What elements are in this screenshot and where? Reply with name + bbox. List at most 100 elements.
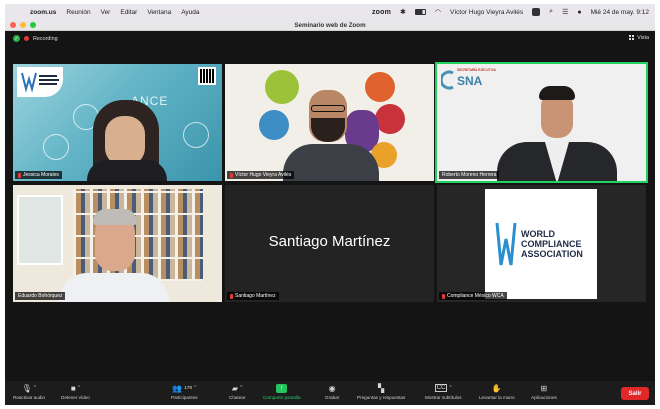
menu-item-ventana[interactable]: Ventana xyxy=(147,9,171,16)
recording-dot-icon xyxy=(24,36,29,41)
wca-logo-line: ASSOCIATION xyxy=(521,249,583,259)
background-circle-shape xyxy=(365,72,395,102)
unmute-button[interactable]: 🎙 ^ Reactivar audio xyxy=(13,383,45,401)
apps-button[interactable]: ⊞ Aplicaciones xyxy=(531,383,557,401)
qa-button[interactable]: ▚ Preguntas y respuestas xyxy=(357,383,406,401)
unmute-label: Reactivar audio xyxy=(13,395,45,400)
participant-display-name: Santiago Martínez xyxy=(268,233,391,250)
muted-microphone-icon: 🎙 xyxy=(21,383,32,393)
participant-name-label: Jessica Morales xyxy=(15,171,62,179)
participant-name: Víctor Hugo Vieyra Avilés xyxy=(235,172,292,178)
view-button[interactable]: Vista xyxy=(629,35,649,41)
recording-indicator[interactable]: ✓ Recording xyxy=(13,35,58,42)
window-title-bar: Seminario web de Zoom xyxy=(5,20,655,31)
spotlight-search-icon[interactable]: ⌕ xyxy=(549,8,553,16)
menu-item-ayuda[interactable]: Ayuda xyxy=(181,9,199,16)
leave-button[interactable]: Salir xyxy=(621,387,649,400)
qa-label: Preguntas y respuestas xyxy=(357,395,406,400)
muted-mic-icon xyxy=(18,172,21,178)
menu-user-name[interactable]: Víctor Hugo Vieyra Avilés xyxy=(450,9,523,16)
participant-body xyxy=(59,273,169,302)
raise-hand-button[interactable]: ✋ Levantar la mano xyxy=(479,383,515,401)
muted-mic-icon xyxy=(230,172,233,178)
wca-logo xyxy=(17,67,63,97)
stop-video-label: Detener vídeo xyxy=(61,395,90,400)
raise-hand-label: Levantar la mano xyxy=(479,395,515,400)
captions-label: Mostrar subtítulos xyxy=(425,395,462,400)
menu-datetime[interactable]: Mié 24 de may. 9:12 xyxy=(591,9,649,16)
sna-logo-subtitle: SECRETARÍA EJECUTIVA xyxy=(457,68,496,72)
participant-body xyxy=(87,160,167,181)
bluetooth-icon[interactable]: ✱ xyxy=(400,8,406,16)
siri-icon[interactable]: ● xyxy=(577,9,581,16)
battery-icon[interactable] xyxy=(414,9,426,15)
chevron-up-icon[interactable]: ^ xyxy=(240,385,242,391)
video-tile-roberto-moreno[interactable]: SECRETARÍA EJECUTIVA SNA Roberto Moreno … xyxy=(435,62,648,183)
menu-app-name[interactable]: zoom.us xyxy=(30,9,56,16)
stop-video-button[interactable]: ■ ^ Detener vídeo xyxy=(61,383,90,401)
background-window xyxy=(17,195,63,265)
participants-icon: 👥 xyxy=(172,383,183,393)
zoom-status-icon[interactable]: zoom xyxy=(372,9,391,16)
share-screen-icon: ↑ xyxy=(276,383,288,393)
control-center-icon[interactable]: ☰ xyxy=(562,8,568,16)
sna-logo-text: SNA xyxy=(457,74,483,88)
mac-menu-bar: zoom.us Reunión Ver Editar Ventana Ayuda… xyxy=(5,4,655,20)
muted-mic-icon xyxy=(230,293,233,299)
participant-name-label: Roberto Moreno Herrera xyxy=(439,171,500,179)
window-title: Seminario web de Zoom xyxy=(294,22,366,29)
closed-captions-icon: CC xyxy=(434,384,448,392)
participant-name: Eduardo Bohórquez xyxy=(18,293,63,299)
participant-hair xyxy=(93,209,137,225)
video-tile-compliance-mexico[interactable]: WORLD COMPLIANCE ASSOCIATION Compliance … xyxy=(437,185,646,302)
menu-item-reunion[interactable]: Reunión xyxy=(66,9,90,16)
menu-item-editar[interactable]: Editar xyxy=(120,9,137,16)
security-shield-icon[interactable]: ✓ xyxy=(13,35,20,42)
app-status-icon[interactable] xyxy=(532,8,541,16)
background-circle-shape xyxy=(375,104,405,134)
background-bookshelf xyxy=(73,189,203,281)
wca-logo-text: WORLD COMPLIANCE ASSOCIATION xyxy=(521,229,583,259)
chat-button[interactable]: ▰ ^ Chatear xyxy=(229,383,245,401)
decorative-circle-icon xyxy=(183,122,209,148)
share-screen-label: Compartir pantalla xyxy=(263,395,301,400)
chevron-up-icon[interactable]: ^ xyxy=(449,385,451,391)
participant-name: Compliance México WCA xyxy=(447,293,504,299)
participant-name: Roberto Moreno Herrera xyxy=(442,172,497,178)
chevron-up-icon[interactable]: ^ xyxy=(34,385,36,391)
record-icon: ◉ xyxy=(328,383,336,393)
participant-face xyxy=(105,116,145,166)
raise-hand-icon: ✋ xyxy=(491,383,502,393)
participants-count: 178 xyxy=(184,385,193,391)
participants-button[interactable]: 👥 178 ^ Participantes xyxy=(171,383,198,401)
video-tile-victor-hugo[interactable]: Víctor Hugo Vieyra Avilés xyxy=(225,64,434,181)
wifi-icon[interactable]: ◠ xyxy=(435,8,441,16)
captions-button[interactable]: CC ^ Mostrar subtítulos xyxy=(425,383,462,400)
video-tile-eduardo-bohorquez[interactable]: Eduardo Bohórquez xyxy=(13,185,222,302)
video-tile-jessica-morales[interactable]: ANCE Jessica Morales xyxy=(13,64,222,181)
wca-logo-card: WORLD COMPLIANCE ASSOCIATION xyxy=(485,189,597,299)
participants-label: Participantes xyxy=(171,395,198,400)
muted-mic-icon xyxy=(442,293,445,299)
wca-w-logo-icon xyxy=(495,222,517,266)
wca-logo-line: COMPLIANCE xyxy=(521,239,582,249)
participant-body xyxy=(283,144,379,181)
record-button[interactable]: ◉ Grabar xyxy=(325,383,339,401)
recording-label: Recording xyxy=(33,35,58,42)
participant-name: Jessica Morales xyxy=(23,172,59,178)
participant-glasses xyxy=(311,105,345,112)
participant-hair xyxy=(539,86,575,100)
menu-item-ver[interactable]: Ver xyxy=(101,9,111,16)
apps-label: Aplicaciones xyxy=(531,395,557,400)
chevron-up-icon[interactable]: ^ xyxy=(78,385,80,391)
chevron-up-icon[interactable]: ^ xyxy=(194,385,196,391)
apps-icon: ⊞ xyxy=(540,383,548,393)
background-circle-shape xyxy=(259,110,289,140)
participant-name-label: Víctor Hugo Vieyra Avilés xyxy=(227,171,295,179)
participant-name: Santiago Martínez xyxy=(235,293,276,299)
video-camera-icon: ■ xyxy=(70,383,76,393)
share-screen-button[interactable]: ↑ Compartir pantalla xyxy=(263,383,301,400)
sna-logo: SECRETARÍA EJECUTIVA SNA xyxy=(441,68,497,92)
view-label: Vista xyxy=(637,35,649,41)
video-tile-santiago-martinez[interactable]: Santiago Martínez Santiago Martínez xyxy=(225,185,434,302)
